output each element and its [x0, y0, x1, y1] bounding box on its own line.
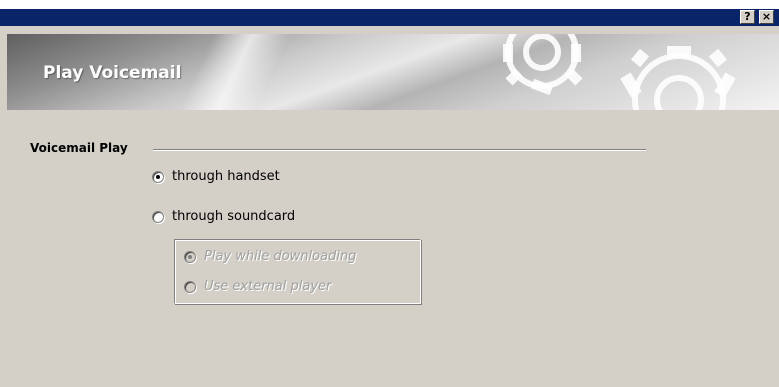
- radio-through-soundcard[interactable]: through soundcard: [152, 209, 295, 224]
- gears-icon: [503, 34, 736, 110]
- radio-button[interactable]: [184, 250, 196, 263]
- help-button[interactable]: ?: [740, 10, 755, 24]
- radio-through-handset[interactable]: through handset: [152, 169, 280, 184]
- page-top-strip: [0, 0, 779, 9]
- radio-use-external-player[interactable]: Use external player: [184, 279, 331, 294]
- title-bar: [0, 9, 779, 26]
- close-button[interactable]: ×: [759, 10, 774, 24]
- radio-button[interactable]: [152, 210, 164, 223]
- radio-label: Play while downloading: [204, 249, 357, 264]
- header-banner: Play Voicemail: [7, 34, 779, 110]
- banner-title: Play Voicemail: [43, 63, 182, 83]
- radio-label: Use external player: [204, 279, 332, 294]
- radio-play-while-downloading[interactable]: Play while downloading: [184, 249, 356, 264]
- radio-button[interactable]: [184, 280, 196, 293]
- banner-light-streak: [168, 34, 296, 110]
- group-label: Voicemail Play: [30, 141, 128, 155]
- radio-label: through handset: [172, 169, 280, 184]
- group-divider: [153, 149, 646, 151]
- radio-button[interactable]: [152, 170, 164, 183]
- radio-label: through soundcard: [172, 209, 296, 224]
